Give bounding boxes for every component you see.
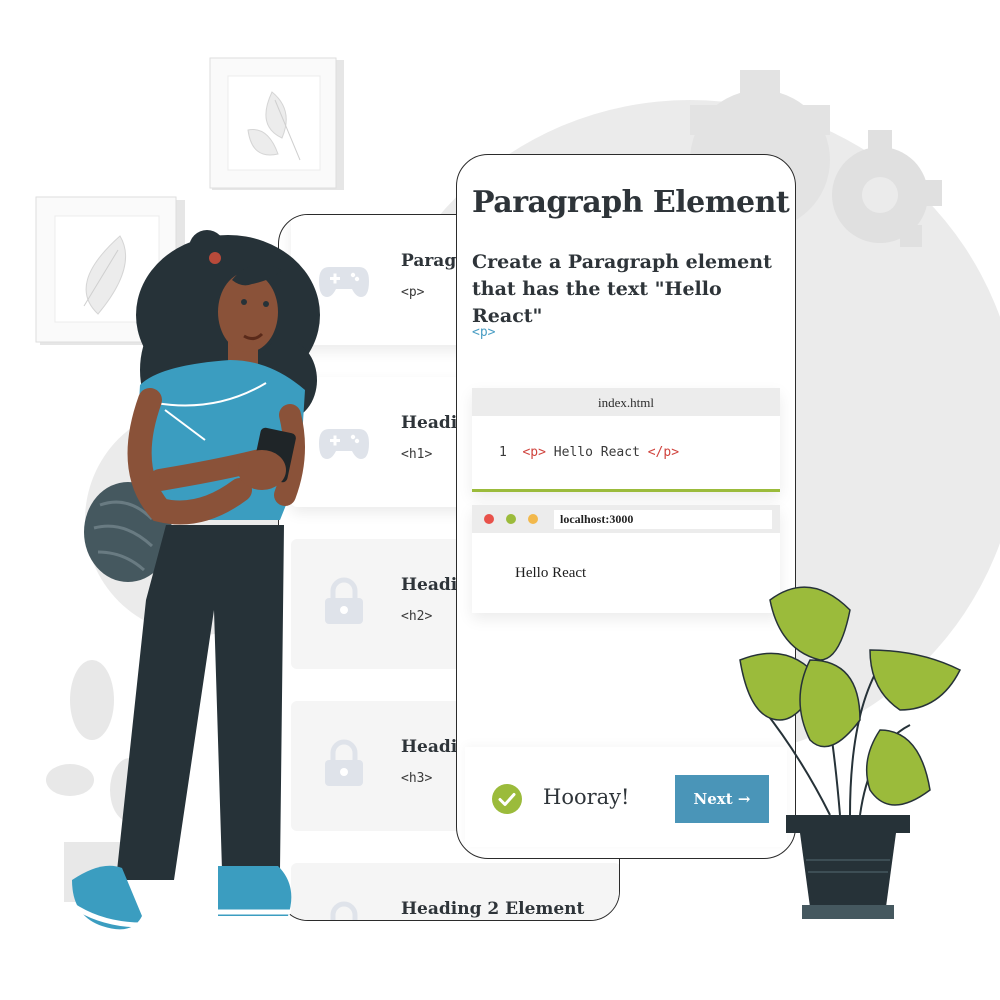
next-button-label: Next <box>693 790 733 808</box>
picture-frame <box>209 57 344 190</box>
picture-frame <box>35 196 185 345</box>
address-bar[interactable]: localhost:3000 <box>554 510 772 529</box>
exercise-tag: <p> <box>472 325 496 340</box>
lock-icon <box>325 577 363 624</box>
next-button[interactable]: Next → <box>675 775 769 823</box>
exercise-footer: Hooray! Next → <box>465 747 787 847</box>
code-content: Hello React <box>553 445 640 460</box>
browser-preview: localhost:3000 Hello React <box>472 505 780 613</box>
lesson-tag: <h2> <box>401 609 433 624</box>
exercise-prompt: Create a Paragraph element that has the … <box>472 251 772 327</box>
code-close-tag: </p> <box>647 445 680 460</box>
minimize-dot-icon[interactable] <box>528 514 538 524</box>
editor-filename: index.html <box>472 388 780 416</box>
gamepad-icon <box>319 429 369 459</box>
line-number: 1 <box>499 445 507 460</box>
lesson-title: Heading 2 Element <box>401 899 585 919</box>
lock-icon <box>330 901 358 920</box>
lesson-item[interactable]: Heading 2 Element <box>291 863 619 920</box>
preview-output: Hello React <box>515 565 587 581</box>
browser-toolbar: localhost:3000 <box>472 505 780 533</box>
lock-icon <box>325 739 363 786</box>
lesson-tag: <h1> <box>401 447 433 462</box>
code-line[interactable]: 1 <p> Hello React </p> <box>499 445 679 460</box>
background-plant <box>46 660 150 902</box>
check-circle-icon <box>492 784 522 814</box>
gamepad-icon <box>319 267 369 297</box>
exercise-title: Paragraph Element <box>472 185 790 220</box>
lesson-tag: <p> <box>401 285 425 300</box>
lesson-tag: <h3> <box>401 771 433 786</box>
close-dot-icon[interactable] <box>484 514 494 524</box>
editor-success-bar <box>472 489 780 492</box>
maximize-dot-icon[interactable] <box>506 514 516 524</box>
success-message: Hooray! <box>543 785 630 809</box>
code-open-tag: <p> <box>522 445 546 460</box>
code-editor[interactable]: index.html 1 <p> Hello React </p> <box>472 388 780 492</box>
arrow-right-icon: → <box>737 790 751 808</box>
exercise-phone: Paragraph Element Create a Paragraph ele… <box>456 154 796 859</box>
